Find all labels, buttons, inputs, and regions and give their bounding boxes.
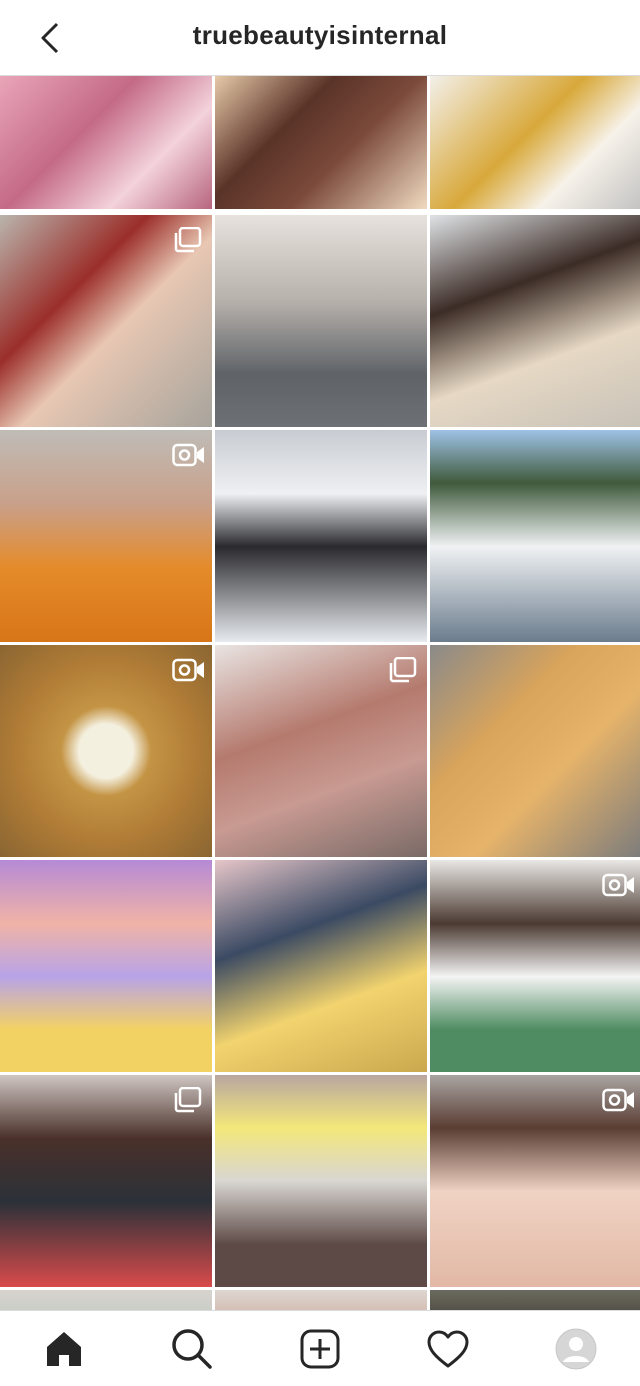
video-camera-icon (602, 873, 634, 897)
carousel-badge (172, 1086, 202, 1113)
tab-home[interactable] (38, 1323, 90, 1375)
home-icon (47, 1332, 81, 1366)
post-thumbnail[interactable] (215, 860, 427, 1072)
activity-heart-icon (427, 1330, 469, 1368)
tab-profile[interactable] (550, 1323, 602, 1375)
profile-avatar-icon (555, 1328, 597, 1370)
carousel-icon (389, 656, 417, 683)
post-thumbnail[interactable] (430, 1290, 640, 1310)
post-thumbnail[interactable] (0, 76, 212, 209)
post-thumbnail[interactable] (0, 860, 212, 1072)
carousel-icon (174, 1086, 202, 1113)
post-thumbnail[interactable] (430, 860, 640, 1072)
post-thumbnail[interactable] (430, 215, 640, 427)
carousel-badge (172, 226, 202, 253)
reel-badge (172, 657, 204, 683)
post-thumbnail[interactable] (0, 1075, 212, 1287)
new-post-icon (300, 1329, 340, 1369)
post-thumbnail[interactable] (215, 645, 427, 857)
post-grid (0, 76, 640, 1310)
bottom-tab-bar (0, 1310, 640, 1386)
post-thumbnail[interactable] (215, 76, 427, 209)
post-thumbnail[interactable] (215, 1290, 427, 1310)
post-thumbnail[interactable] (0, 215, 212, 427)
post-thumbnail[interactable] (215, 1075, 427, 1287)
post-thumbnail[interactable] (215, 215, 427, 427)
post-thumbnail[interactable] (430, 430, 640, 642)
carousel-badge (387, 656, 417, 683)
reel-badge (602, 872, 634, 898)
post-thumbnail[interactable] (0, 645, 212, 857)
post-thumbnail[interactable] (0, 1290, 212, 1310)
profile-username: truebeautyisinternal (192, 20, 448, 50)
tab-search[interactable] (166, 1323, 218, 1375)
post-thumbnail[interactable] (430, 1075, 640, 1287)
tab-new-post[interactable] (294, 1323, 346, 1375)
video-camera-icon (172, 443, 204, 467)
tab-activity[interactable] (422, 1323, 474, 1375)
post-thumbnail[interactable] (430, 645, 640, 857)
search-icon (172, 1329, 212, 1369)
post-thumbnail[interactable] (215, 430, 427, 642)
post-thumbnail[interactable] (0, 430, 212, 642)
video-camera-icon (172, 658, 204, 682)
reel-badge (602, 1087, 634, 1113)
post-thumbnail[interactable] (430, 76, 640, 209)
carousel-icon (174, 226, 202, 253)
video-camera-icon (602, 1088, 634, 1112)
reel-badge (172, 442, 204, 468)
top-bar: truebeautyisinternal (0, 0, 640, 76)
